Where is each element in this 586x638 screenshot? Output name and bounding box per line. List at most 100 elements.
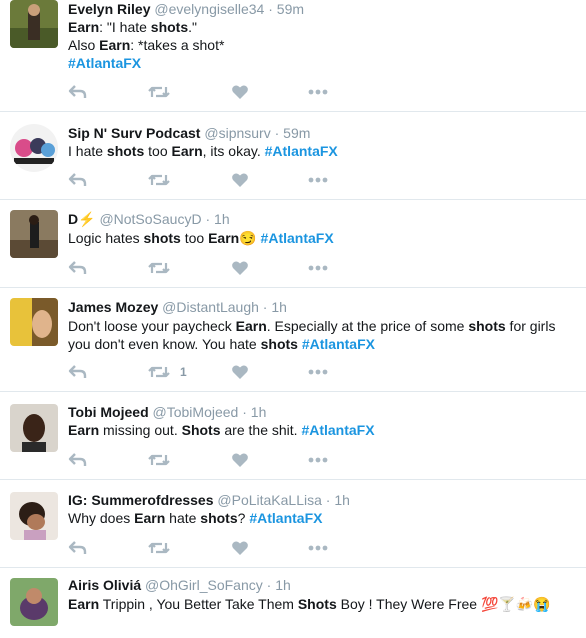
like-button[interactable] bbox=[231, 82, 249, 102]
user-handle[interactable]: @PoLitaKaLLisa bbox=[217, 492, 322, 508]
retweet-icon bbox=[148, 172, 170, 188]
hashtag-link[interactable]: #AtlantaFX bbox=[301, 422, 374, 438]
user-handle[interactable]: @NotSoSaucyD bbox=[99, 211, 201, 227]
timestamp[interactable]: 59m bbox=[277, 1, 304, 17]
avatar[interactable] bbox=[10, 210, 58, 258]
more-icon bbox=[308, 545, 328, 551]
tweet-line: Also Earn: *takes a shot* bbox=[68, 37, 225, 53]
avatar[interactable] bbox=[10, 298, 58, 346]
tweet-header: IG: Summerofdresses @PoLitaKaLLisa · 1h bbox=[68, 491, 350, 509]
user-handle[interactable]: @evelyngiselle34 bbox=[154, 1, 264, 17]
tweet-line: Earn: "I hate shots." bbox=[68, 19, 197, 35]
like-button[interactable] bbox=[231, 258, 249, 278]
more-button[interactable] bbox=[308, 170, 328, 190]
display-name[interactable]: Airis Oliviá bbox=[68, 577, 141, 593]
retweet-button[interactable] bbox=[148, 538, 180, 558]
retweet-button[interactable] bbox=[148, 450, 180, 470]
retweet-button[interactable] bbox=[148, 82, 180, 102]
keyword-highlight: shots bbox=[150, 19, 189, 35]
avatar[interactable] bbox=[10, 124, 58, 172]
retweet-button[interactable] bbox=[148, 258, 180, 278]
keyword-highlight: shots bbox=[106, 143, 145, 159]
timestamp[interactable]: 1h bbox=[271, 299, 287, 315]
retweet-button[interactable]: 1 bbox=[148, 362, 187, 382]
retweet-icon bbox=[148, 84, 170, 100]
timestamp[interactable]: 1h bbox=[214, 211, 230, 227]
keyword-highlight: Earn bbox=[208, 230, 240, 246]
display-name[interactable]: James Mozey bbox=[68, 299, 158, 315]
tweet-actions: 1 bbox=[68, 362, 368, 382]
reply-button[interactable] bbox=[68, 258, 88, 278]
timestamp[interactable]: 59m bbox=[283, 125, 310, 141]
reply-button[interactable] bbox=[68, 362, 88, 382]
like-button[interactable] bbox=[231, 538, 249, 558]
hashtag-link[interactable]: #AtlantaFX bbox=[265, 143, 338, 159]
more-button[interactable] bbox=[308, 82, 328, 102]
retweet-button[interactable] bbox=[148, 170, 180, 190]
keyword-highlight: Earn bbox=[68, 422, 100, 438]
like-button[interactable] bbox=[231, 450, 249, 470]
retweet-count: 1 bbox=[180, 365, 187, 379]
more-icon bbox=[308, 457, 328, 463]
more-button[interactable] bbox=[308, 538, 328, 558]
like-button[interactable] bbox=[231, 362, 249, 382]
keyword-highlight: Earn bbox=[171, 143, 203, 159]
retweet-icon bbox=[148, 260, 170, 276]
tweet-actions bbox=[68, 82, 368, 102]
avatar[interactable] bbox=[10, 0, 58, 48]
display-name[interactable]: Tobi Mojeed bbox=[68, 404, 149, 420]
tweet[interactable]: Airis Oliviá @OhGirl_SoFancy · 1h Earn T… bbox=[0, 568, 586, 638]
reply-button[interactable] bbox=[68, 82, 88, 102]
separator-dot: · bbox=[325, 492, 331, 508]
tweet-text: Why does Earn hate shots? #AtlantaFX bbox=[68, 510, 323, 526]
tweet[interactable]: Sip N' Surv Podcast @sipnsurv · 59m I ha… bbox=[0, 112, 586, 200]
tweet[interactable]: Tobi Mojeed @TobiMojeed · 1h Earn missin… bbox=[0, 392, 586, 480]
hashtag-link[interactable]: #AtlantaFX bbox=[249, 510, 322, 526]
display-name[interactable]: Sip N' Surv Podcast bbox=[68, 125, 200, 141]
hashtag-link[interactable]: #AtlantaFX bbox=[261, 230, 334, 246]
timestamp[interactable]: 1h bbox=[334, 492, 350, 508]
avatar[interactable] bbox=[10, 492, 58, 540]
keyword-highlight: shots bbox=[200, 510, 238, 526]
more-button[interactable] bbox=[308, 258, 328, 278]
keyword-highlight: Shots bbox=[297, 596, 337, 612]
tweet[interactable]: Evelyn Riley @evelyngiselle34 · 59m Earn… bbox=[0, 0, 586, 112]
keyword-highlight: Earn bbox=[68, 19, 100, 35]
more-button[interactable] bbox=[308, 362, 328, 382]
display-name[interactable]: IG: Summerofdresses bbox=[68, 492, 214, 508]
avatar[interactable] bbox=[10, 578, 58, 626]
like-icon bbox=[231, 84, 249, 100]
tweet[interactable]: D⚡ @NotSoSaucyD · 1h Logic hates shots t… bbox=[0, 200, 586, 288]
more-icon bbox=[308, 177, 328, 183]
hashtag-link[interactable]: #AtlantaFX bbox=[302, 336, 375, 352]
tweet-header: Sip N' Surv Podcast @sipnsurv · 59m bbox=[68, 124, 310, 142]
keyword-highlight: shots bbox=[468, 318, 506, 334]
separator-dot: · bbox=[268, 1, 273, 17]
tweet-text: Logic hates shots too Earn😏 #AtlantaFX bbox=[68, 230, 334, 246]
like-button[interactable] bbox=[231, 170, 249, 190]
more-icon bbox=[308, 265, 328, 271]
retweet-icon bbox=[148, 540, 170, 556]
tweet[interactable]: James Mozey @DistantLaugh · 1h Don't loo… bbox=[0, 288, 586, 392]
avatar[interactable] bbox=[10, 404, 58, 452]
reply-button[interactable] bbox=[68, 170, 88, 190]
reply-button[interactable] bbox=[68, 538, 88, 558]
timestamp[interactable]: 1h bbox=[251, 404, 267, 420]
separator-dot: · bbox=[205, 211, 211, 227]
more-button[interactable] bbox=[308, 450, 328, 470]
reply-button[interactable] bbox=[68, 450, 88, 470]
tweet[interactable]: IG: Summerofdresses @PoLitaKaLLisa · 1h … bbox=[0, 480, 586, 568]
user-handle[interactable]: @DistantLaugh bbox=[162, 299, 259, 315]
display-name[interactable]: D⚡ bbox=[68, 211, 96, 227]
hashtag-link[interactable]: #AtlantaFX bbox=[68, 54, 573, 72]
timestamp[interactable]: 1h bbox=[275, 577, 291, 593]
display-name[interactable]: Evelyn Riley bbox=[68, 1, 151, 17]
user-handle[interactable]: @sipnsurv bbox=[204, 125, 270, 141]
tweet-text: Earn missing out. Shots are the shit. #A… bbox=[68, 422, 375, 438]
user-handle[interactable]: @OhGirl_SoFancy bbox=[145, 577, 263, 593]
separator-dot: · bbox=[262, 299, 268, 315]
user-handle[interactable]: @TobiMojeed bbox=[153, 404, 239, 420]
tweet-text: I hate shots too Earn, its okay. #Atlant… bbox=[68, 143, 338, 159]
reply-icon bbox=[68, 364, 88, 380]
keyword-highlight: Earn bbox=[134, 510, 166, 526]
